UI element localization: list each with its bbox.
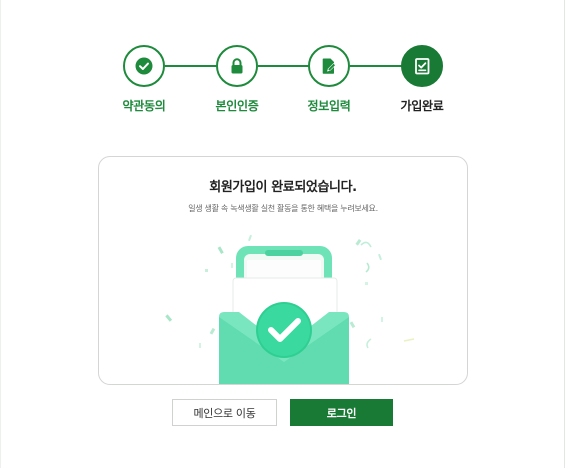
step-connector: [350, 65, 402, 67]
signup-complete-icon: [415, 58, 430, 75]
signup-complete-illustration: [165, 234, 415, 384]
check-icon: [135, 57, 153, 75]
step-4-circle: [401, 45, 443, 87]
edit-document-icon: [322, 58, 336, 74]
step-1-label: 약관동의: [122, 99, 166, 113]
go-to-main-button[interactable]: 메인으로 이동: [172, 399, 277, 426]
step-4-label: 가입완료: [400, 99, 444, 113]
signup-step-indicator: 약관동의 본인인증 정보입력 가입완료: [0, 0, 567, 130]
step-2-circle: [216, 45, 258, 87]
lock-icon: [231, 58, 243, 74]
step-connector: [258, 65, 310, 67]
step-connector: [165, 65, 217, 67]
login-button[interactable]: 로그인: [290, 399, 393, 426]
step-1-circle: [123, 45, 165, 87]
step-2-label: 본인인증: [215, 99, 259, 113]
step-3-label: 정보입력: [307, 99, 351, 113]
completion-card: 회원가입이 완료되었습니다. 일생 생활 속 녹색생활 실천 활동을 통한 혜택…: [98, 156, 468, 385]
step-3-circle: [308, 45, 350, 87]
